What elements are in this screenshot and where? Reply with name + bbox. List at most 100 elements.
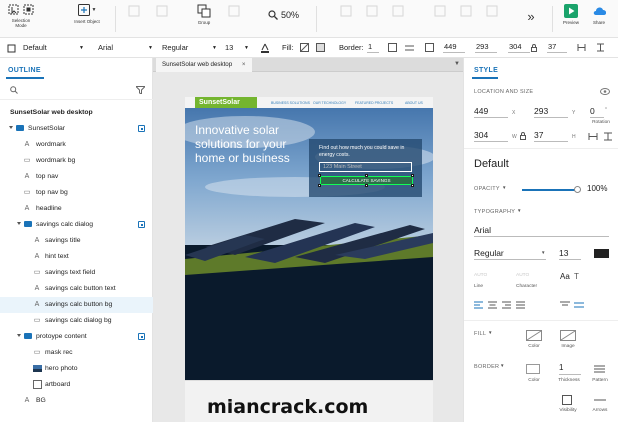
width-input[interactable]: 304 — [508, 42, 530, 53]
font-select[interactable]: Arial — [474, 225, 609, 237]
align-center-button[interactable] — [362, 4, 382, 20]
font-size-select[interactable]: 13 — [225, 43, 233, 52]
nav-link[interactable]: ABOUT US — [405, 101, 423, 105]
outline-item-bg[interactable]: A BG — [0, 393, 153, 409]
text-case-icon[interactable]: Aa — [560, 272, 570, 281]
valign-middle-icon[interactable] — [574, 301, 584, 309]
flip-vertical-icon[interactable] — [596, 43, 605, 52]
text-color-icon[interactable] — [261, 43, 269, 53]
align-left-button[interactable] — [336, 4, 356, 20]
filter-icon[interactable] — [136, 86, 145, 94]
outline-item-headline[interactable]: A headline — [0, 201, 153, 217]
align-right-button[interactable] — [388, 4, 408, 20]
chevron-down-icon[interactable]: ▼ — [148, 45, 153, 51]
more-icon[interactable] — [425, 43, 434, 52]
align-text-center-icon[interactable] — [488, 301, 497, 309]
outline-item-top-nav-bg[interactable]: ▭ top nav bg — [0, 185, 153, 201]
chevron-down-icon[interactable]: ▼ — [500, 363, 504, 368]
chevron-down-icon[interactable]: ▼ — [502, 185, 506, 190]
border-width-input[interactable]: 1 — [367, 42, 379, 53]
width-input[interactable]: 304 — [474, 130, 508, 142]
chevron-down-icon[interactable]: ▼ — [244, 45, 249, 51]
outline-tab[interactable]: OUTLINE — [8, 67, 41, 74]
outline-item-sunsetsolar[interactable]: SunsetSolar — [0, 121, 153, 137]
fill-color-swatch[interactable] — [526, 330, 542, 341]
outline-item-web-desktop[interactable]: SunsetSolar web desktop — [0, 105, 153, 121]
chevron-down-icon[interactable]: ▼ — [517, 208, 521, 213]
outline-item-wordmark[interactable]: A wordmark — [0, 137, 153, 153]
font-select[interactable]: Arial — [98, 43, 113, 52]
text-transform-icon[interactable]: T — [574, 272, 579, 281]
selection-mode-button[interactable]: Selection Mode — [6, 4, 36, 28]
resize-handle[interactable] — [318, 184, 321, 187]
x-input[interactable]: 449 — [443, 42, 465, 53]
nav-link[interactable]: BUSINESS SOLUTIONS — [271, 101, 310, 105]
flip-horizontal-icon[interactable] — [588, 132, 598, 141]
flip-vertical-icon[interactable] — [603, 132, 613, 141]
chevron-down-icon[interactable]: ▼ — [79, 45, 84, 51]
border-color-icon[interactable] — [388, 43, 397, 52]
opacity-slider-track[interactable] — [522, 189, 578, 191]
lock-icon[interactable] — [520, 132, 526, 140]
border-style-icon[interactable] — [405, 43, 414, 52]
align-text-right-icon[interactable] — [502, 301, 511, 309]
weight-select[interactable]: Regular — [162, 43, 188, 52]
close-icon[interactable]: × — [242, 61, 246, 68]
ungroup-button[interactable] — [222, 4, 246, 20]
weight-select[interactable]: Regular — [474, 248, 546, 260]
outline-item-mask-rec[interactable]: ▭ mask rec — [0, 345, 153, 361]
y-input[interactable]: 293 — [475, 42, 497, 53]
visibility-icon[interactable] — [562, 395, 572, 405]
outline-item-dialog-bg[interactable]: ▭ savings calc dialog bg — [0, 313, 153, 329]
fill-image-swatch[interactable] — [560, 330, 576, 341]
border-color-swatch[interactable] — [526, 364, 540, 374]
outline-item-artboard[interactable]: artboard — [0, 377, 153, 393]
outline-item-top-nav[interactable]: A top nav — [0, 169, 153, 185]
align-text-justify-icon[interactable] — [516, 301, 525, 309]
opacity-slider-handle[interactable] — [574, 186, 581, 193]
document-tab[interactable]: SunsetSolar web desktop × — [156, 58, 252, 72]
border-pattern-icon[interactable] — [594, 364, 605, 374]
savings-text-field[interactable]: 123 Main Street — [319, 162, 412, 172]
valign-top-icon[interactable] — [560, 301, 570, 309]
resize-handle[interactable] — [365, 174, 368, 177]
outline-item-prototype-content[interactable]: protoype content — [0, 329, 153, 345]
outline-item-hint-text[interactable]: A hint text — [0, 249, 153, 265]
height-input[interactable]: 37 — [534, 130, 568, 142]
eye-icon[interactable] — [600, 88, 610, 95]
outline-item-button-bg[interactable]: A savings calc button bg — [0, 297, 153, 313]
opacity-value[interactable]: 100% — [587, 184, 607, 193]
artboard-preview[interactable]: SunsetSolar BUSINESS SOLUTIONS OUR TECHN… — [185, 97, 433, 380]
height-input[interactable]: 37 — [547, 42, 567, 53]
more-tools-button[interactable]: » — [524, 9, 538, 24]
style-select[interactable]: Default — [23, 43, 47, 52]
backward-button[interactable] — [482, 4, 502, 20]
image-fill-icon[interactable] — [316, 43, 325, 52]
insert-object-button[interactable]: ▼ Insert Object — [70, 4, 104, 24]
copy-button[interactable] — [150, 4, 174, 20]
lock-icon[interactable] — [531, 44, 537, 52]
expand-caret-icon[interactable] — [17, 222, 21, 225]
align-text-left-icon[interactable] — [474, 301, 483, 309]
resize-handle[interactable] — [411, 184, 414, 187]
resize-handle[interactable] — [411, 174, 414, 177]
character-auto-value[interactable]: AUTO — [516, 273, 529, 278]
chevron-down-icon[interactable]: ▼ — [488, 330, 492, 335]
border-thickness-input[interactable]: 1 — [559, 363, 581, 375]
preview-button[interactable]: Preview — [560, 4, 582, 25]
outline-item-savings-calc-dialog[interactable]: savings calc dialog — [0, 217, 153, 233]
line-auto-value[interactable]: AUTO — [474, 273, 487, 278]
chevron-down-icon[interactable]: ▼ — [541, 250, 545, 255]
y-input[interactable]: 293 — [534, 106, 568, 118]
text-color-swatch[interactable] — [594, 249, 609, 258]
cut-button[interactable] — [122, 4, 146, 20]
x-input[interactable]: 449 — [474, 106, 508, 118]
resize-handle[interactable] — [365, 184, 368, 187]
rotation-input[interactable]: 0 — [590, 106, 604, 118]
expand-caret-icon[interactable] — [17, 334, 21, 337]
outline-item-wordmark-bg[interactable]: ▭ wordmark bg — [0, 153, 153, 169]
nav-link[interactable]: OUR TECHNOLOGY — [313, 101, 346, 105]
outline-item-savings-title[interactable]: A savings title — [0, 233, 153, 249]
outline-item-hero-photo[interactable]: hero photo — [0, 361, 153, 377]
group-button[interactable]: Group — [192, 4, 216, 25]
